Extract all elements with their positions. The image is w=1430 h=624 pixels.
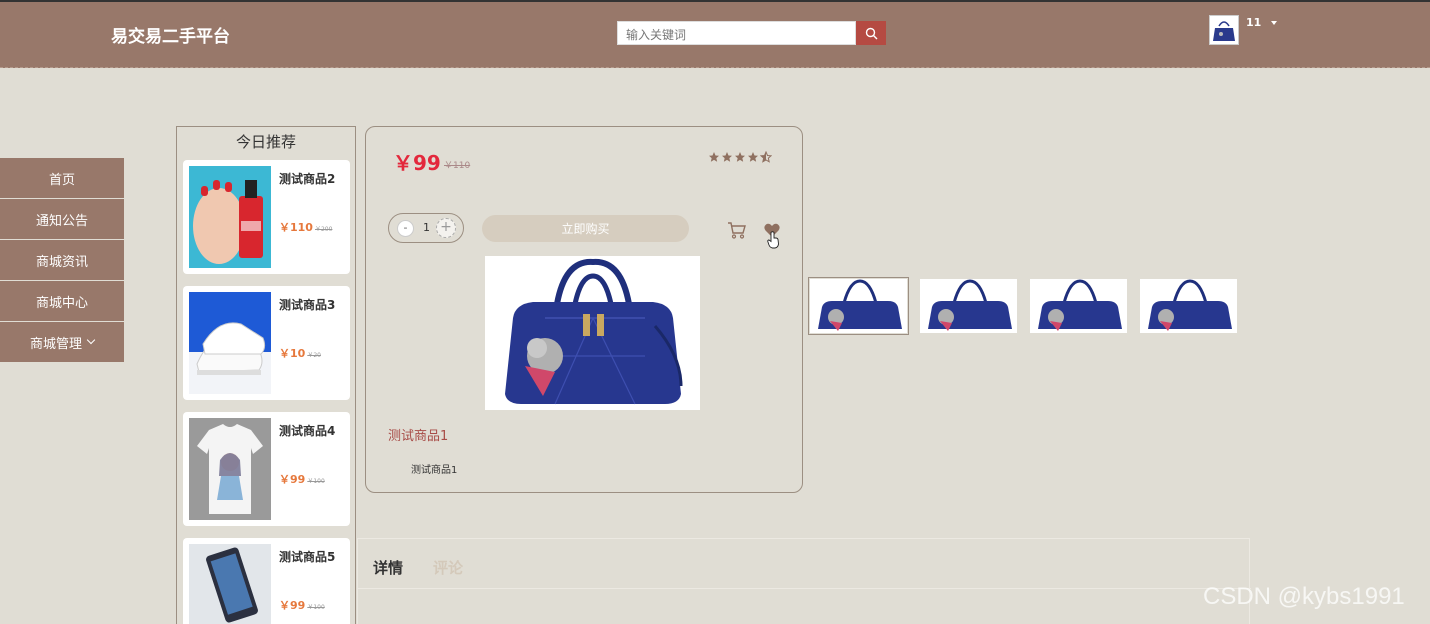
nav-item-notices[interactable]: 通知公告	[0, 199, 124, 240]
chevron-down-icon	[86, 335, 96, 345]
top-header: 易交易二手平台 输入关键词 11	[0, 0, 1430, 68]
caret-down-icon[interactable]	[1271, 21, 1277, 25]
side-navigation: 首页 通知公告 商城资讯 商城中心 商城管理	[0, 158, 124, 363]
nav-item-mall-center[interactable]: 商城中心	[0, 281, 124, 322]
recommend-item-name[interactable]: 测试商品5	[279, 548, 335, 565]
username[interactable]: 11	[1246, 16, 1261, 29]
price: ￥99	[279, 473, 306, 486]
product-detail-card: ￥99 ￥110 - 1 + 立即购买 测试商品1 测试商品1	[365, 126, 803, 493]
product-main-image[interactable]	[485, 256, 700, 410]
star-icon	[735, 152, 745, 162]
price: ￥99	[279, 599, 306, 612]
search-input[interactable]: 输入关键词	[617, 21, 856, 45]
recommend-item-price: ￥110 ￥200	[279, 219, 332, 235]
product-old-price: ￥110	[444, 161, 471, 171]
star-icon	[748, 152, 758, 162]
star-icon	[722, 152, 732, 162]
tab-comments[interactable]: 评论	[433, 557, 463, 578]
old-price: ￥20	[307, 352, 321, 359]
quantity-increase-button[interactable]: +	[436, 218, 456, 238]
thumbnail-image[interactable]	[1140, 279, 1237, 333]
product-description: 测试商品1	[411, 465, 458, 476]
old-price: ￥200	[314, 226, 333, 233]
search-icon	[865, 27, 877, 39]
product-title: 测试商品1	[388, 429, 449, 444]
brand-logo[interactable]: 易交易二手平台	[111, 22, 230, 47]
nav-label: 商城资讯	[35, 254, 88, 270]
product-image-phone[interactable]	[189, 544, 271, 624]
quantity-stepper: - 1 +	[388, 213, 464, 243]
old-price: ￥100	[307, 478, 325, 485]
thumbnail-image[interactable]	[808, 277, 909, 335]
product-image-nail-polish[interactable]	[189, 166, 271, 268]
tab-details[interactable]: 详情	[373, 557, 403, 578]
quantity-value[interactable]: 1	[423, 221, 430, 234]
search-button[interactable]	[856, 21, 886, 45]
nav-item-mall-management[interactable]: 商城管理	[0, 322, 124, 363]
nav-label: 通知公告	[35, 213, 88, 229]
watermark: CSDN @kybs1991	[1203, 583, 1405, 610]
recommend-item-price: ￥10 ￥20	[279, 345, 321, 361]
recommend-title: 今日推荐	[235, 133, 296, 151]
recommend-item[interactable]: 测试商品4 ￥99 ￥100	[183, 412, 350, 526]
product-image-sneakers[interactable]	[189, 292, 271, 394]
nav-label: 首页	[48, 172, 75, 188]
cart-icon[interactable]	[727, 220, 747, 244]
nav-label: 商城中心	[35, 295, 88, 311]
recommend-item[interactable]: 测试商品3 ￥10 ￥20	[183, 286, 350, 400]
thumbnail-image[interactable]	[1030, 279, 1127, 333]
detail-tabs-panel: 详情 评论	[357, 538, 1251, 624]
nav-item-news[interactable]: 商城资讯	[0, 240, 124, 281]
recommend-item[interactable]: 测试商品2 ￥110 ￥200	[183, 160, 350, 274]
product-image-tshirt[interactable]	[189, 418, 271, 520]
rating-stars	[708, 151, 772, 163]
handbag-icon	[1213, 21, 1235, 41]
recommend-item-name[interactable]: 测试商品3	[279, 296, 335, 313]
recommend-panel: 今日推荐 测试商品2 ￥110 ￥200 测试商品3 ￥10 ￥20 测试商品4…	[176, 126, 356, 624]
hand-cursor-icon	[767, 231, 780, 253]
old-price: ￥100	[307, 604, 325, 611]
star-icon	[709, 152, 719, 162]
recommend-item-price: ￥99 ￥100	[279, 471, 325, 487]
avatar[interactable]	[1209, 15, 1239, 45]
buy-now-button[interactable]: 立即购买	[482, 215, 689, 242]
price: ￥110	[279, 221, 313, 234]
product-price: ￥99	[393, 151, 441, 175]
nav-label: 商城管理	[29, 336, 82, 352]
quantity-decrease-button[interactable]: -	[397, 220, 414, 237]
recommend-item[interactable]: 测试商品5 ￥99 ￥100	[183, 538, 350, 624]
nav-item-home[interactable]: 首页	[0, 158, 124, 199]
recommend-item-name[interactable]: 测试商品4	[279, 422, 335, 439]
recommend-item-price: ￥99 ￥100	[279, 597, 325, 613]
half-star-icon	[760, 151, 772, 163]
buy-now-label: 立即购买	[561, 222, 610, 236]
tabs-divider	[358, 588, 1251, 589]
thumbnail-image[interactable]	[920, 279, 1017, 333]
price: ￥10	[279, 347, 306, 360]
recommend-item-name[interactable]: 测试商品2	[279, 170, 335, 187]
